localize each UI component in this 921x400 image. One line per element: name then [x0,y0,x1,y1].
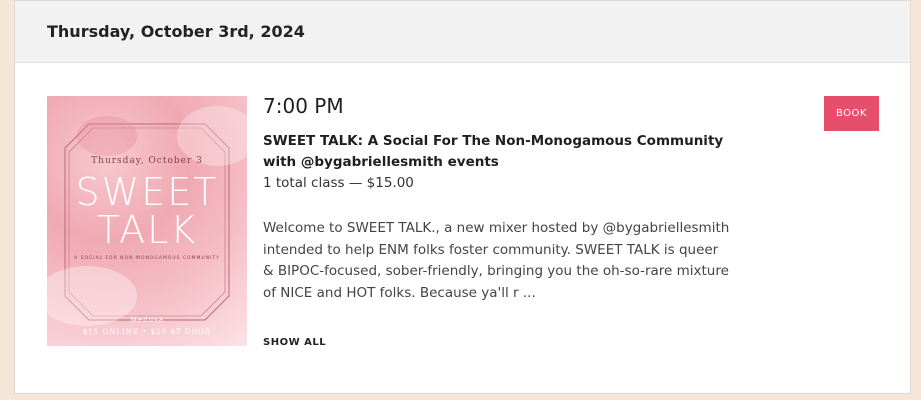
event-title[interactable]: SWEET TALK: A Social For The Non-Monogam… [263,131,733,173]
date-header: Thursday, October 3rd, 2024 [15,1,910,63]
event-time: 7:00 PM [263,94,344,118]
event-poster-image[interactable]: Thursday, October 3 SWEET TALK A SOCIAL … [47,96,247,346]
book-button[interactable]: BOOK [824,96,879,131]
event-class-info: 1 total class — $15.00 [263,175,414,191]
poster-title-line2: TALK [96,208,198,252]
poster-price: $15 ONLINE • $20 AT DOOR [82,328,212,336]
event-description: Welcome to SWEET TALK., a new mixer host… [263,220,730,301]
event-card: Thursday, October 3rd, 2024 Thursday, Oc… [14,0,911,394]
poster-venue: Medusa [129,316,165,324]
poster-title-line1: SWEET [75,170,219,214]
poster-date-text: Thursday, October 3 [91,156,203,166]
poster-subtitle: A SOCIAL FOR NON-MONOGAMOUS COMMUNITY [74,256,220,261]
show-all-link[interactable]: SHOW ALL [263,337,326,348]
